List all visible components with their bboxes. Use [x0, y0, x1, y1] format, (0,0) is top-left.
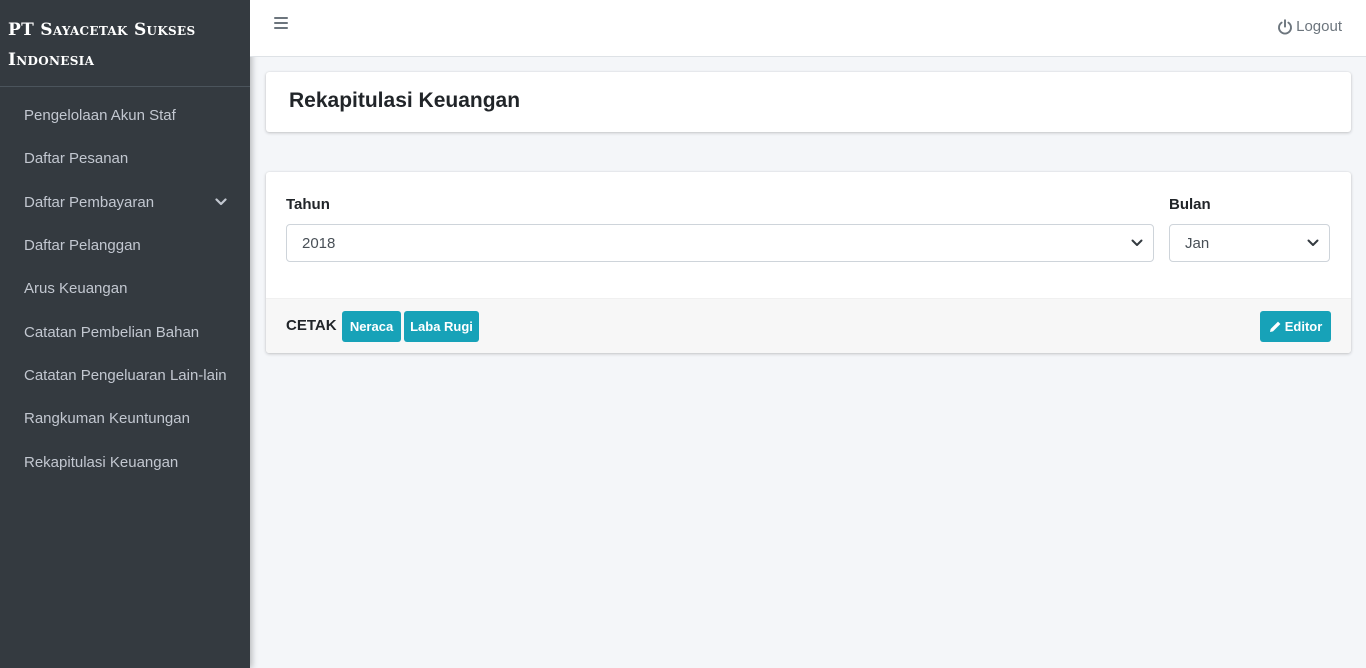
year-select[interactable]: 2018	[286, 224, 1154, 262]
hamburger-icon[interactable]	[274, 17, 288, 31]
neraca-button[interactable]: Neraca	[342, 311, 401, 342]
brand-name[interactable]: PT Sayacetak Sukses Indonesia	[0, 0, 250, 87]
page-header-card: Rekapitulasi Keuangan	[266, 72, 1351, 132]
sidebar-item-label: Rangkuman Keuntungan	[24, 410, 190, 428]
sidebar-item-label: Rekapitulasi Keuangan	[24, 453, 179, 471]
sidebar-item-label: Arus Keuangan	[24, 280, 128, 298]
sidebar-nav: Pengelolaan Akun Staf Daftar Pesanan Daf…	[0, 87, 250, 484]
sidebar-item-catatan-pembelian-bahan[interactable]: Catatan Pembelian Bahan	[0, 310, 250, 353]
power-icon	[1278, 18, 1293, 34]
sidebar: PT Sayacetak Sukses Indonesia Pengelolaa…	[0, 0, 250, 668]
chevron-down-icon	[1131, 239, 1143, 247]
year-label: Tahun	[286, 196, 330, 213]
page-title: Rekapitulasi Keuangan	[289, 89, 521, 112]
sidebar-item-catatan-pengeluaran-lain-lain[interactable]: Catatan Pengeluaran Lain-lain	[0, 354, 250, 397]
sidebar-item-rekapitulasi-keuangan[interactable]: Rekapitulasi Keuangan	[0, 440, 250, 483]
chevron-down-icon	[1307, 239, 1319, 247]
sidebar-item-label: Daftar Pesanan	[24, 150, 129, 168]
filter-card: Tahun 2018 Bulan Jan CETAK Neraca Laba R…	[266, 172, 1351, 353]
chevron-down-icon[interactable]	[214, 195, 228, 209]
sidebar-item-daftar-pesanan[interactable]: Daftar Pesanan	[0, 137, 250, 180]
sidebar-item-rangkuman-keuntungan[interactable]: Rangkuman Keuntungan	[0, 397, 250, 440]
month-label: Bulan	[1169, 196, 1211, 213]
pencil-icon	[1269, 321, 1281, 332]
month-select[interactable]: Jan	[1169, 224, 1330, 262]
print-label: CETAK	[286, 317, 337, 334]
year-select-value: 2018	[302, 234, 336, 252]
sidebar-item-daftar-pembayaran[interactable]: Daftar Pembayaran	[0, 181, 250, 224]
editor-button[interactable]: Editor	[1260, 311, 1331, 342]
sidebar-item-label: Daftar Pelanggan	[24, 237, 141, 255]
sidebar-item-pengelolaan-akun-staf[interactable]: Pengelolaan Akun Staf	[0, 94, 250, 137]
editor-label: Editor	[1284, 319, 1323, 334]
top-navbar: Logout	[250, 0, 1366, 57]
card-footer: CETAK Neraca Laba Rugi Editor	[266, 298, 1351, 353]
sidebar-item-arus-keuangan[interactable]: Arus Keuangan	[0, 267, 250, 310]
sidebar-item-label: Pengelolaan Akun Staf	[24, 107, 176, 125]
month-select-value: Jan	[1185, 234, 1210, 252]
sidebar-item-label: Daftar Pembayaran	[24, 193, 155, 211]
sidebar-item-label: Catatan Pembelian Bahan	[24, 323, 200, 341]
sidebar-item-label: Catatan Pengeluaran Lain-lain	[24, 366, 227, 384]
logout-label: Logout	[1296, 18, 1342, 35]
sidebar-item-daftar-pelanggan[interactable]: Daftar Pelanggan	[0, 224, 250, 267]
logout-button[interactable]: Logout	[1277, 18, 1342, 35]
laba-rugi-button[interactable]: Laba Rugi	[404, 311, 479, 342]
